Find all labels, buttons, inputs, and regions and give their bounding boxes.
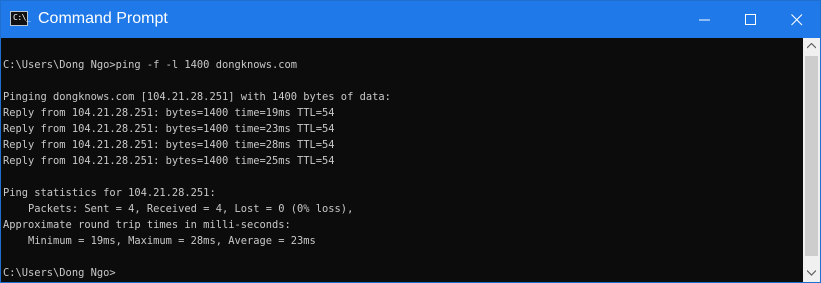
scroll-down-icon: [807, 270, 816, 276]
console-text: C:\Users\Dong Ngo>ping -f -l 1400 dongkn…: [3, 59, 391, 279]
command-prompt-icon-glyph: C:\_: [13, 13, 31, 22]
close-button[interactable]: [774, 1, 820, 38]
window-title: Command Prompt: [38, 10, 168, 27]
scroll-up-icon: [807, 43, 816, 49]
minimize-button[interactable]: [682, 1, 728, 38]
command-prompt-icon[interactable]: C:\_: [10, 11, 31, 26]
title-bar[interactable]: C:\_ Command Prompt: [1, 1, 820, 38]
minimize-icon: [699, 19, 710, 21]
maximize-button[interactable]: [728, 1, 774, 38]
close-icon: [791, 14, 803, 26]
maximize-icon: [745, 14, 756, 25]
scroll-down-button[interactable]: [803, 265, 820, 282]
scrollbar-thumb[interactable]: [805, 56, 818, 256]
command-prompt-window: C:\_ Command Prompt C:\Users\Dong Ngo>pi…: [0, 0, 821, 283]
scroll-up-button[interactable]: [803, 38, 820, 55]
vertical-scrollbar[interactable]: [803, 38, 820, 282]
console-output[interactable]: C:\Users\Dong Ngo>ping -f -l 1400 dongkn…: [1, 38, 803, 282]
